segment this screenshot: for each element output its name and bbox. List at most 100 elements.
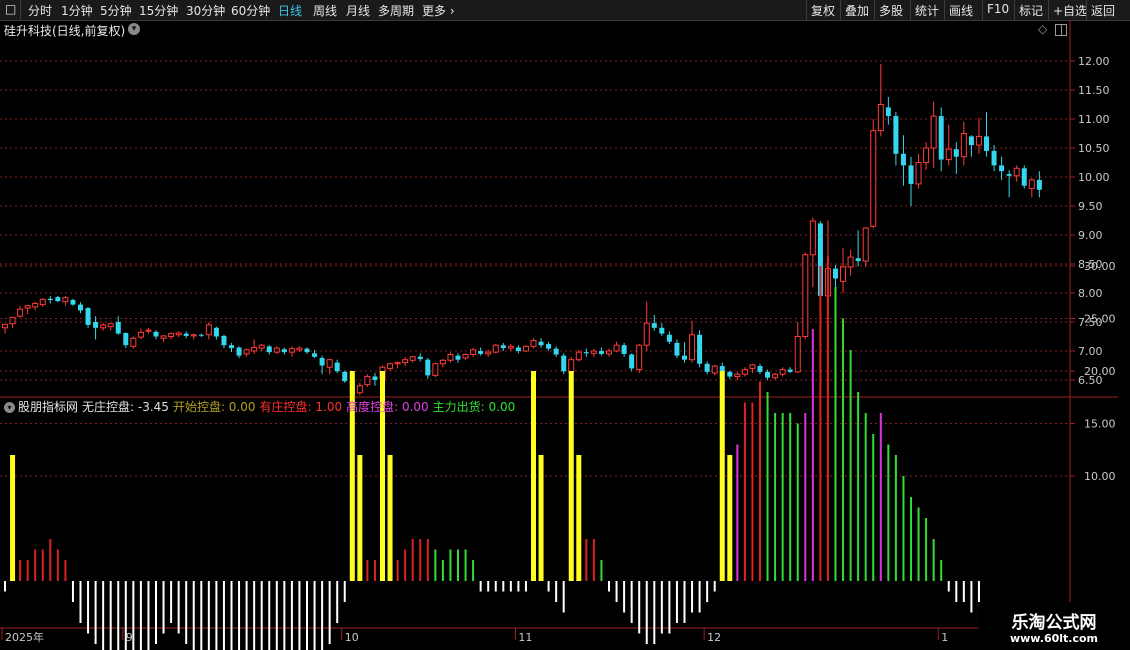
candle-body-down: [855, 258, 861, 262]
candle-body-down: [553, 348, 559, 355]
window-menu-icon[interactable]: □: [5, 2, 16, 16]
candle-body-up: [522, 345, 529, 352]
indicator-value-1: 开始控盘: 0.00: [172, 400, 256, 414]
candle-body-up: [251, 347, 258, 352]
price-tick-label: 9.00: [1078, 229, 1103, 242]
period-tab-4[interactable]: 30分钟: [186, 2, 225, 19]
indicator-bar: [727, 455, 733, 581]
candle-body-down: [70, 299, 76, 305]
candle-body-up: [356, 385, 363, 394]
indicator-bar: [576, 455, 582, 581]
candle-body-down: [598, 351, 604, 354]
price-tick-label: 10.50: [1078, 142, 1110, 155]
candle-body-up: [975, 135, 982, 146]
candle-body-up: [568, 359, 575, 373]
candle-body-up: [145, 329, 152, 332]
candle-body-up: [160, 335, 167, 339]
candle-body-up: [930, 115, 937, 149]
candle-body-down: [984, 136, 989, 151]
period-tab-3[interactable]: 15分钟: [139, 2, 178, 19]
period-tab-2[interactable]: 5分钟: [100, 2, 132, 19]
toolbar-button-1[interactable]: 叠加: [845, 2, 869, 19]
candle-body-down: [236, 347, 242, 356]
candle-body-down: [991, 150, 997, 166]
candle-body-down: [93, 322, 99, 328]
diamond-icon[interactable]: ◇: [1038, 22, 1047, 36]
price-tick-label: 9.50: [1078, 200, 1103, 213]
candle-body-up: [175, 332, 182, 336]
candle-body-down: [123, 333, 129, 346]
toolbar-button-5[interactable]: F10: [987, 2, 1009, 16]
period-tab-10[interactable]: 更多 ›: [422, 2, 455, 19]
candle-body-up: [9, 316, 16, 325]
candle-body-down: [908, 165, 914, 184]
price-tick-label: 12.00: [1078, 55, 1110, 68]
toolbar-button-7[interactable]: +自选: [1053, 2, 1087, 19]
candle-body-down: [342, 371, 348, 382]
candle-body-down: [213, 327, 219, 337]
candle-body-up: [447, 353, 454, 361]
candle-body-up: [847, 256, 854, 268]
candle-body-down: [515, 347, 521, 351]
period-tab-9[interactable]: 多周期: [378, 2, 414, 19]
candle-body-down: [319, 357, 325, 366]
toolbar-button-0[interactable]: 复权: [811, 2, 835, 19]
candle-body-down: [1006, 174, 1012, 176]
candle-body-down: [938, 116, 944, 160]
chevron-down-icon[interactable]: ▾: [128, 23, 140, 35]
date-tick-label: 9: [126, 631, 133, 644]
period-tab-6[interactable]: 日线: [278, 2, 302, 19]
indicator-value-4: 主力出货: 0.00: [432, 400, 516, 414]
candle-body-up: [364, 376, 371, 386]
candle-body-down: [78, 304, 83, 311]
candle-body-up: [258, 344, 265, 349]
candle-body-up: [100, 324, 107, 329]
candle-body-down: [666, 334, 672, 342]
candle-body-up: [62, 297, 69, 303]
date-tick-label: 1: [941, 631, 948, 644]
candle-body-down: [651, 323, 657, 328]
candle-body-up: [326, 359, 333, 368]
indicator-tick-label: 30.00: [1084, 260, 1116, 273]
chevron-down-icon[interactable]: ▾: [4, 402, 15, 413]
panel-toggle-icon[interactable]: [1055, 24, 1067, 36]
toolbar-button-2[interactable]: 多股: [879, 2, 903, 19]
candle-body-up: [915, 162, 922, 185]
price-tick-label: 7.00: [1078, 345, 1103, 358]
indicator-value-0: 无庄控盘: -3.45: [82, 400, 169, 414]
toolbar-button-3[interactable]: 统计: [915, 2, 939, 19]
price-tick-label: 10.00: [1078, 171, 1110, 184]
candle-body-up: [130, 337, 137, 347]
candle-body-up: [32, 302, 39, 308]
candle-body-down: [221, 335, 227, 346]
candle-body-up: [1013, 167, 1020, 177]
candle-body-down: [478, 351, 484, 354]
price-tick-label: 11.00: [1078, 113, 1110, 126]
indicator-value-2: 有庄控盘: 1.00: [259, 400, 343, 414]
candle-body-down: [304, 348, 310, 353]
candle-body-down: [727, 371, 733, 377]
candle-body-up: [945, 148, 952, 161]
candle-body-down: [47, 298, 53, 300]
period-tab-0[interactable]: 分时: [28, 2, 52, 19]
period-tab-5[interactable]: 60分钟: [231, 2, 270, 19]
toolbar-button-8[interactable]: 返回: [1091, 2, 1115, 19]
period-tab-1[interactable]: 1分钟: [61, 2, 93, 19]
indicator-bar: [531, 371, 536, 581]
candle-body-up: [960, 133, 967, 158]
price-tick-label: 8.00: [1078, 287, 1103, 300]
candle-body-down: [153, 331, 159, 337]
candle-body-down: [765, 371, 771, 378]
candle-body-down: [1021, 168, 1027, 186]
candle-body-up: [137, 331, 144, 338]
indicator-bar: [538, 455, 544, 581]
period-tab-8[interactable]: 月线: [346, 2, 370, 19]
chart-canvas: 12.0011.5011.0010.5010.009.509.008.508.0…: [0, 20, 1118, 650]
period-tab-7[interactable]: 周线: [313, 2, 337, 19]
toolbar-button-6[interactable]: 标记: [1019, 2, 1043, 19]
watermark: 乐淘公式网 www.60lt.com: [978, 602, 1130, 650]
date-tick-label: 10: [345, 631, 359, 644]
toolbar-button-4[interactable]: 画线: [949, 2, 973, 19]
indicator-value-3: 高度控盘: 0.00: [346, 400, 429, 414]
candle-body-down: [266, 346, 272, 353]
